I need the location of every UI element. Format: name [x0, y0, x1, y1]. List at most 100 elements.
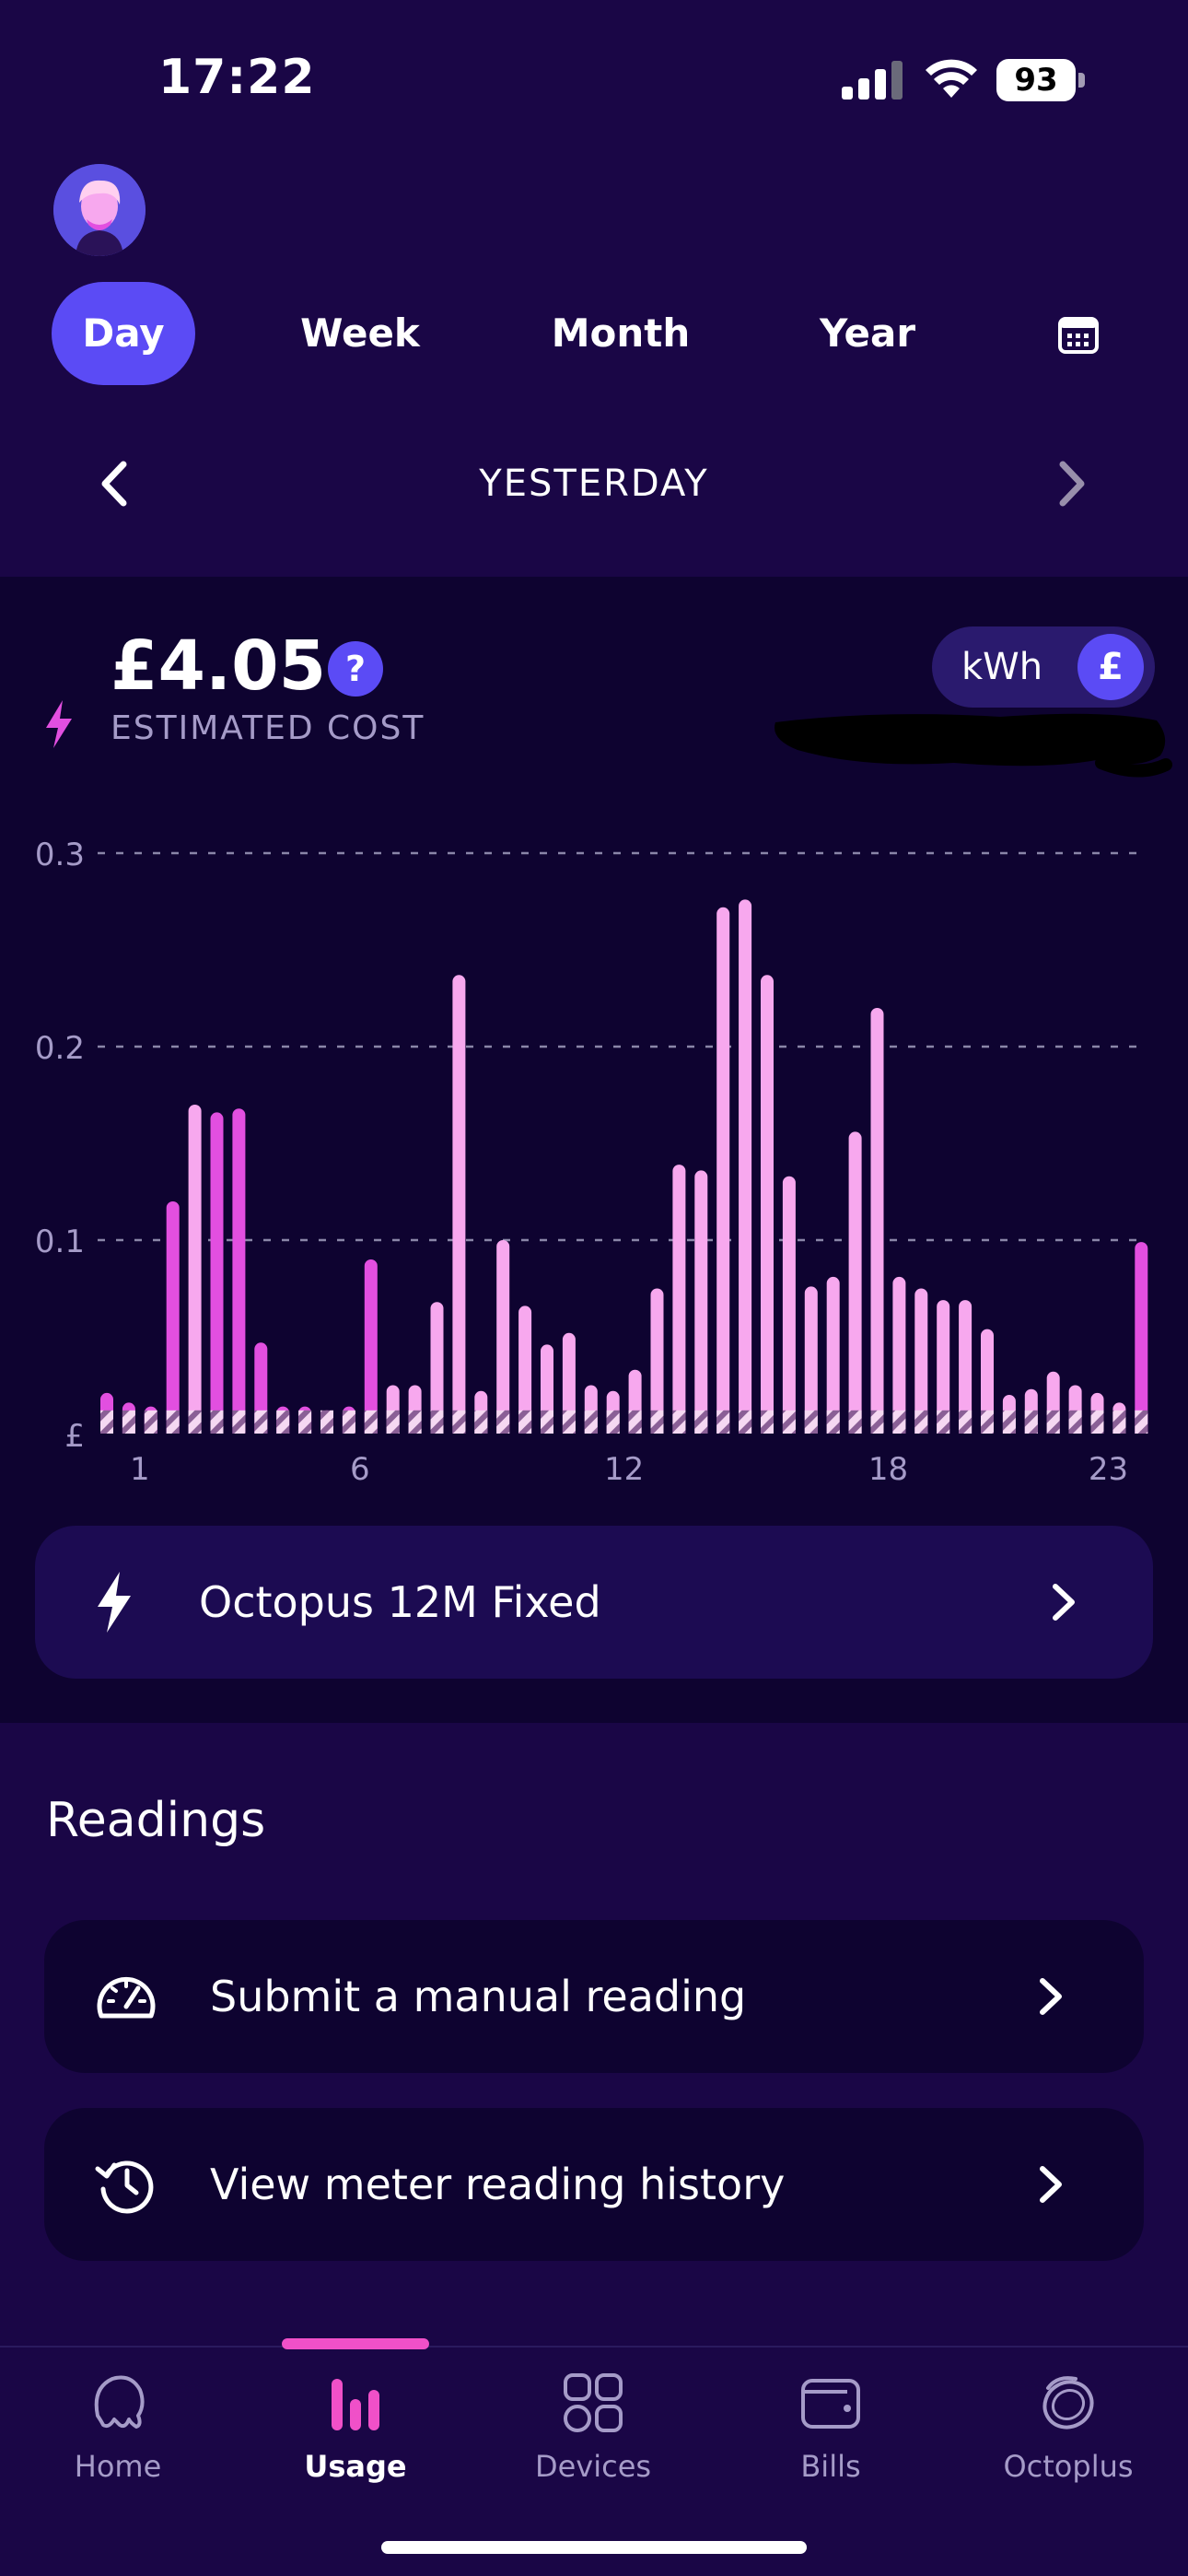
- estimated-cost-value: £4.05: [111, 626, 327, 706]
- devices-grid-icon: [564, 2373, 623, 2432]
- chart-bar[interactable]: [452, 975, 466, 1434]
- reading-history-button[interactable]: View meter reading history: [44, 2108, 1144, 2261]
- nav-octoplus[interactable]: Octoplus: [967, 2366, 1170, 2495]
- nav-usage[interactable]: Usage: [254, 2366, 457, 2495]
- standing-charge-segment: [1046, 1410, 1060, 1434]
- tariff-card[interactable]: Octopus 12M Fixed: [35, 1526, 1153, 1679]
- standing-charge-segment: [518, 1410, 532, 1434]
- nav-home[interactable]: Home: [17, 2366, 219, 2495]
- standing-charge-segment: [430, 1410, 444, 1434]
- chevron-right-icon: [1040, 1978, 1062, 2015]
- calendar-icon[interactable]: [1057, 313, 1100, 356]
- standing-charge-segment: [1135, 1410, 1148, 1434]
- chevron-right-icon[interactable]: [1052, 451, 1092, 516]
- chart-bar[interactable]: [364, 1259, 378, 1434]
- submit-reading-label: Submit a manual reading: [210, 1972, 747, 2021]
- standing-charge-segment: [959, 1410, 973, 1434]
- standing-charge-segment: [1002, 1410, 1016, 1434]
- standing-charge-segment: [408, 1410, 422, 1434]
- standing-charge-segment: [914, 1410, 928, 1434]
- unit-kwh-option[interactable]: kWh: [961, 626, 1042, 708]
- help-icon[interactable]: ?: [328, 641, 383, 697]
- y-tick-label: 0.1: [35, 1224, 85, 1260]
- standing-charge-segment: [276, 1410, 290, 1434]
- standing-charge-segment: [848, 1410, 862, 1434]
- tab-month[interactable]: Month: [521, 282, 720, 385]
- standing-charge-segment: [1024, 1410, 1038, 1434]
- readings-heading: Readings: [46, 1793, 266, 1848]
- tab-year[interactable]: Year: [785, 282, 950, 385]
- chart-bar[interactable]: [210, 1112, 224, 1434]
- chart-bar[interactable]: [496, 1240, 510, 1434]
- x-tick-label: 1: [130, 1451, 150, 1488]
- chart-bar[interactable]: [1135, 1242, 1148, 1434]
- standing-charge-segment: [892, 1410, 906, 1434]
- tab-week[interactable]: Week: [273, 282, 448, 385]
- x-tick-label: 6: [350, 1451, 370, 1488]
- chevron-right-icon: [1040, 2166, 1062, 2203]
- battery-level: 93: [1014, 62, 1058, 99]
- gauge-icon: [97, 1976, 156, 2019]
- unit-toggle[interactable]: kWh £: [932, 626, 1155, 708]
- chart-bar[interactable]: [826, 1276, 840, 1434]
- home-indicator: [381, 2541, 807, 2554]
- chart-bar[interactable]: [232, 1108, 246, 1434]
- standing-charge-segment: [804, 1410, 818, 1434]
- cellular-signal-icon: [842, 61, 903, 100]
- history-icon: [95, 2160, 154, 2214]
- chart-bar[interactable]: [716, 907, 730, 1434]
- submit-reading-button[interactable]: Submit a manual reading: [44, 1920, 1144, 2073]
- standing-charge-segment: [606, 1410, 620, 1434]
- y-axis-label: £: [64, 1418, 85, 1455]
- standing-charge-segment: [1090, 1410, 1104, 1434]
- y-tick-label: 0.2: [35, 1030, 85, 1067]
- chart-bar[interactable]: [870, 1008, 884, 1434]
- active-tab-indicator: [282, 2338, 429, 2349]
- chart-bar[interactable]: [188, 1105, 202, 1434]
- standing-charge-segment: [210, 1410, 224, 1434]
- nav-bills[interactable]: Bills: [729, 2366, 932, 2495]
- avatar[interactable]: [53, 164, 146, 256]
- unit-gbp-option[interactable]: £: [1077, 634, 1144, 700]
- standing-charge-segment: [1068, 1410, 1082, 1434]
- status-time: 17:22: [158, 50, 316, 105]
- nav-devices[interactable]: Devices: [492, 2366, 694, 2495]
- chart-bar[interactable]: [761, 975, 775, 1434]
- chart-bar[interactable]: [166, 1201, 180, 1434]
- chart-bar[interactable]: [694, 1170, 708, 1434]
- standing-charge-segment: [650, 1410, 664, 1434]
- wifi-icon: [926, 59, 977, 98]
- standing-charge-segment: [1112, 1410, 1126, 1434]
- tariff-name: Octopus 12M Fixed: [199, 1577, 601, 1627]
- period-tabs: Day Week Month Year: [0, 282, 1188, 387]
- date-navigator: YESTERDAY: [0, 451, 1188, 516]
- standing-charge-segment: [716, 1410, 730, 1434]
- estimated-cost-label: ESTIMATED COST: [111, 709, 425, 747]
- coin-icon: [1042, 2376, 1094, 2430]
- redaction-scribble: [775, 713, 1172, 778]
- x-tick-label: 23: [1089, 1451, 1128, 1488]
- chart-bar[interactable]: [672, 1165, 686, 1434]
- standing-charge-segment: [826, 1410, 840, 1434]
- chart-bar[interactable]: [782, 1176, 796, 1434]
- standing-charge-segment: [364, 1410, 378, 1434]
- chart-bar[interactable]: [848, 1131, 862, 1434]
- standing-charge-segment: [452, 1410, 466, 1434]
- standing-charge-segment: [496, 1410, 510, 1434]
- standing-charge-segment: [562, 1410, 576, 1434]
- status-bar: 17:22 93: [0, 0, 1188, 147]
- standing-charge-segment: [232, 1410, 246, 1434]
- chart-bar[interactable]: [739, 899, 752, 1434]
- standing-charge-segment: [761, 1410, 774, 1434]
- battery-icon: 93: [996, 59, 1085, 101]
- tab-day[interactable]: Day: [52, 282, 195, 385]
- standing-charge-segment: [474, 1410, 488, 1434]
- standing-charge-segment: [541, 1410, 553, 1434]
- y-tick-label: 0.3: [35, 837, 85, 873]
- standing-charge-segment: [981, 1410, 994, 1434]
- standing-charge-segment: [870, 1410, 884, 1434]
- chart-bar[interactable]: [892, 1276, 906, 1434]
- date-label: YESTERDAY: [479, 463, 709, 505]
- chevron-left-icon[interactable]: [94, 451, 134, 516]
- standing-charge-segment: [672, 1410, 686, 1434]
